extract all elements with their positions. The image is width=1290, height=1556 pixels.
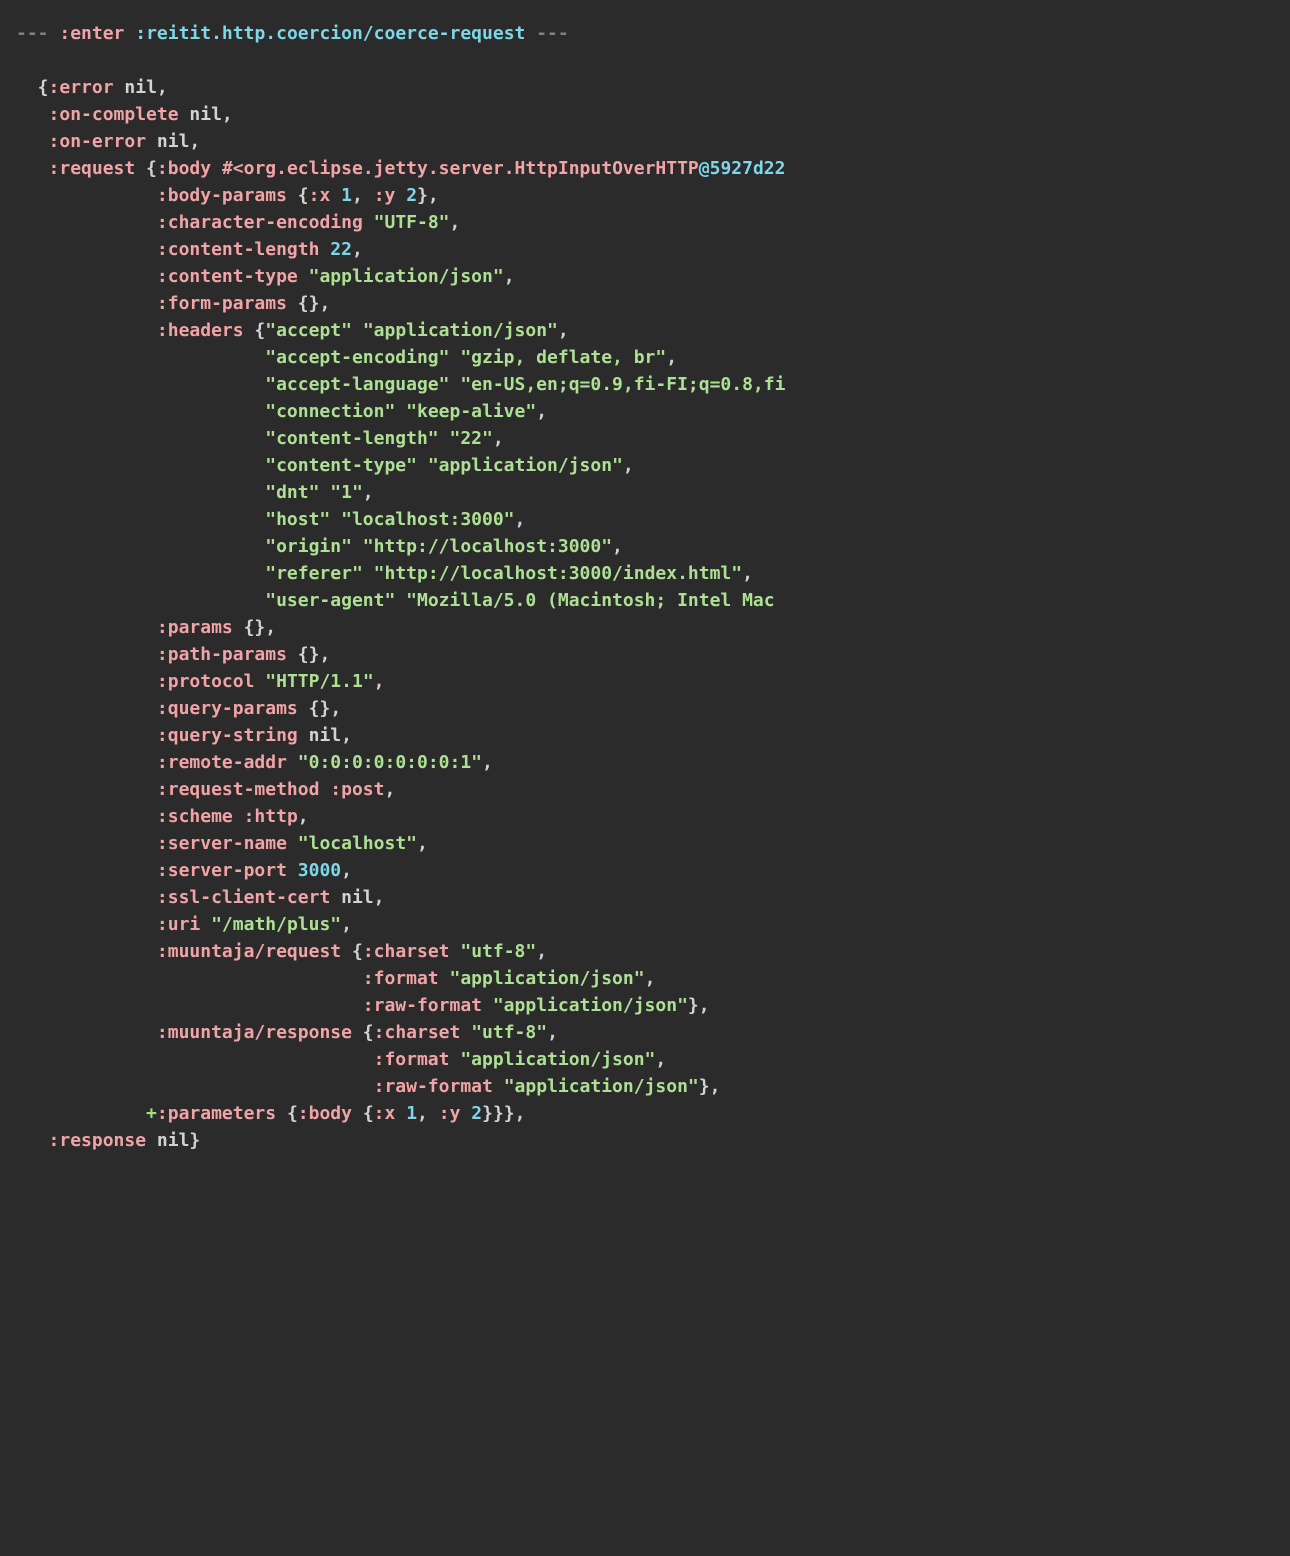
headers-key: :headers <box>157 320 244 341</box>
query-string-key: :query-string <box>157 725 298 746</box>
on-error-val: nil <box>157 131 190 152</box>
char-enc-val: "UTF-8" <box>374 212 450 233</box>
request-key: :request <box>49 158 136 179</box>
response-val: nil <box>157 1130 190 1151</box>
muuntaja-request-key: :muuntaja/request <box>157 941 341 962</box>
server-port-key: :server-port <box>157 860 287 881</box>
space <box>124 23 135 44</box>
body-key: :body <box>157 158 211 179</box>
request-method-key: :request-method <box>157 779 320 800</box>
response-key: :response <box>49 1130 147 1151</box>
form-params-val: {} <box>298 293 320 314</box>
char-enc-key: :character-encoding <box>157 212 363 233</box>
content-type-key: :content-type <box>157 266 298 287</box>
protocol-val: "HTTP/1.1" <box>265 671 373 692</box>
remote-addr-val: "0:0:0:0:0:0:0:1" <box>298 752 482 773</box>
body-params-key: :body-params <box>157 185 287 206</box>
params-key: :params <box>157 617 233 638</box>
on-error-key: :on-error <box>49 131 147 152</box>
code-block: --- :enter :reitit.http.coercion/coerce-… <box>0 0 1290 1174</box>
error-val: nil <box>124 77 157 98</box>
error-key: :error <box>49 77 114 98</box>
coerce-path: :reitit.http.coercion/coerce-request <box>135 23 525 44</box>
request-method-val: :post <box>330 779 384 800</box>
sep-left: --- <box>16 23 59 44</box>
diff-plus-icon: + <box>146 1103 157 1124</box>
sep-right: --- <box>525 23 568 44</box>
uri-val: "/math/plus" <box>211 914 341 935</box>
remote-addr-key: :remote-addr <box>157 752 287 773</box>
muuntaja-response-key: :muuntaja/response <box>157 1022 352 1043</box>
scheme-key: :scheme <box>157 806 233 827</box>
content-type-val: "application/json" <box>309 266 504 287</box>
form-params-key: :form-params <box>157 293 287 314</box>
body-id: @5927d22 <box>699 158 786 179</box>
query-params-key: :query-params <box>157 698 298 719</box>
protocol-key: :protocol <box>157 671 255 692</box>
ssl-key: :ssl-client-cert <box>157 887 330 908</box>
content-length-val: 22 <box>330 239 352 260</box>
on-complete-val: nil <box>189 104 222 125</box>
parameters-key: :parameters <box>157 1103 276 1124</box>
server-name-key: :server-name <box>157 833 287 854</box>
body-val: #<org.eclipse.jetty.server.HttpInputOver… <box>222 158 699 179</box>
content-length-key: :content-length <box>157 239 320 260</box>
on-complete-key: :on-complete <box>49 104 179 125</box>
server-port-val: 3000 <box>298 860 341 881</box>
scheme-val: :http <box>244 806 298 827</box>
enter-kw: :enter <box>59 23 124 44</box>
path-params-key: :path-params <box>157 644 287 665</box>
server-name-val: "localhost" <box>298 833 417 854</box>
uri-key: :uri <box>157 914 200 935</box>
map-open: { <box>16 77 49 98</box>
